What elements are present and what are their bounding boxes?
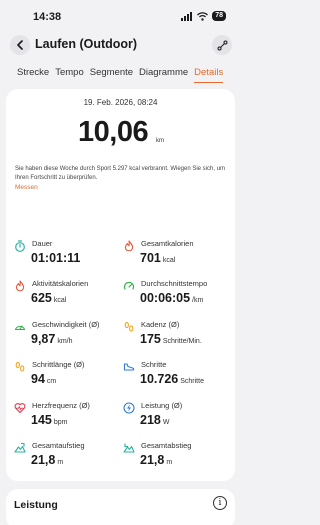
metric-unit: Schritte — [180, 378, 204, 385]
metric-unit: kcal — [53, 297, 67, 304]
metric-cadence: Kadenz (Ø) 175 Schritte/Min. — [123, 320, 231, 350]
metric-label: Herzfrequenz (Ø) — [32, 401, 90, 410]
metric-active-calories: Aktivitätskalorien 625 kcal — [14, 279, 122, 309]
metric-unit: m — [57, 459, 64, 466]
metric-value: 701 — [140, 251, 161, 265]
measure-link[interactable]: Messen — [15, 184, 38, 191]
tab-bar: Strecke Tempo Segmente Diagramme Details — [17, 67, 229, 83]
info-icon[interactable]: i — [213, 496, 227, 510]
speedometer-icon — [14, 325, 26, 331]
page-title: Laufen (Outdoor) — [35, 37, 138, 51]
status-time: 14:38 — [33, 11, 62, 23]
metric-label: Leistung (Ø) — [141, 401, 183, 410]
back-button[interactable] — [10, 35, 30, 55]
metric-value: 218 — [140, 413, 161, 427]
metric-value: 145 — [31, 413, 52, 427]
tab-strecke[interactable]: Strecke — [17, 67, 49, 83]
metric-stride-length: Schrittlänge (Ø) 94 cm — [14, 360, 122, 390]
tab-tempo[interactable]: Tempo — [55, 67, 84, 83]
metric-label: Gesamtaufstieg — [32, 441, 85, 450]
distance-unit: km — [156, 138, 164, 144]
chevron-left-icon — [17, 40, 23, 50]
flame-icon — [124, 240, 134, 252]
metric-label: Gesamtabstieg — [141, 441, 192, 450]
gauge-icon — [123, 281, 135, 290]
heart-rate-icon — [14, 403, 26, 414]
tab-details[interactable]: Details — [194, 67, 224, 83]
status-bar: 14:38 78 — [0, 0, 242, 28]
metric-label: Gesamtkalorien — [141, 239, 194, 248]
metric-steps: Schritte 10.726 Schritte — [123, 360, 231, 390]
metric-total-ascent: Gesamtaufstieg 21,8 m — [14, 441, 122, 471]
metric-power: Leistung (Ø) 218 W — [123, 401, 231, 431]
header: Laufen (Outdoor) — [0, 33, 242, 57]
status-icons: 78 — [181, 11, 226, 21]
metric-unit: cm — [46, 378, 57, 385]
power-icon — [123, 402, 135, 414]
metric-value: 625 — [31, 291, 52, 305]
metric-average-pace: Durchschnittstempo 00:06:05/km — [123, 279, 231, 309]
wifi-icon — [197, 11, 209, 21]
metric-label: Durchschnittstempo — [141, 279, 208, 288]
shoe-icon — [123, 363, 135, 371]
metric-value: 9,87 — [31, 332, 56, 346]
distance-value: 10,06 — [78, 116, 149, 148]
workout-date: 19. Feb. 2026, 08:24 — [83, 98, 158, 107]
descent-icon — [123, 443, 135, 453]
metric-total-calories: Gesamtkalorien 701 kcal — [123, 239, 231, 269]
metric-unit: bpm — [53, 419, 68, 426]
metric-unit: kcal — [162, 257, 176, 264]
metric-unit: Schritte/Min. — [162, 338, 202, 345]
metric-label: Schrittlänge (Ø) — [32, 360, 85, 369]
metric-label: Geschwindigkeit (Ø) — [32, 320, 100, 329]
details-card: 19. Feb. 2026, 08:24 10,06 km Sie haben … — [6, 89, 235, 481]
metric-label: Dauer — [32, 239, 53, 248]
stopwatch-icon — [15, 240, 25, 252]
metric-unit: km/h — [57, 338, 73, 345]
metric-duration: Dauer 01:01:11 — [14, 239, 122, 269]
metric-value: 10.726 — [140, 372, 179, 386]
metric-heart-rate: Herzfrequenz (Ø) 145 bpm — [14, 401, 122, 431]
flame-icon — [15, 280, 25, 292]
metric-value: 01:01:11 — [31, 251, 81, 265]
metric-value: 21,8 — [31, 453, 56, 467]
calorie-info-text: Sie haben diese Woche durch Sport 5.297 … — [15, 166, 226, 181]
signal-icon — [181, 11, 193, 21]
metric-value: 21,8 — [140, 453, 165, 467]
tab-diagramme[interactable]: Diagramme — [139, 67, 188, 83]
metric-label: Kadenz (Ø) — [141, 320, 180, 329]
route-button[interactable] — [212, 35, 232, 55]
power-section-card: Leistung i — [6, 489, 235, 525]
footprints-icon — [15, 361, 25, 372]
footprints-icon — [124, 321, 134, 332]
tab-segmente[interactable]: Segmente — [90, 67, 133, 83]
metric-average-speed: Geschwindigkeit (Ø) 9,87 km/h — [14, 320, 122, 350]
metric-unit: /km — [192, 297, 204, 304]
metric-value: 175 — [140, 332, 161, 346]
metric-unit: m — [166, 459, 173, 466]
metric-total-descent: Gesamtabstieg 21,8 m — [123, 441, 231, 471]
metric-label: Aktivitätskalorien — [32, 279, 89, 288]
battery-indicator: 78 — [212, 11, 226, 21]
metric-value: 94 — [31, 372, 45, 386]
route-icon — [217, 40, 227, 50]
section-title: Leistung — [14, 499, 58, 511]
metric-unit: W — [162, 419, 170, 426]
ascent-icon — [14, 442, 26, 453]
metric-label: Schritte — [141, 360, 167, 369]
metric-value: 00:06:05 — [140, 291, 191, 305]
